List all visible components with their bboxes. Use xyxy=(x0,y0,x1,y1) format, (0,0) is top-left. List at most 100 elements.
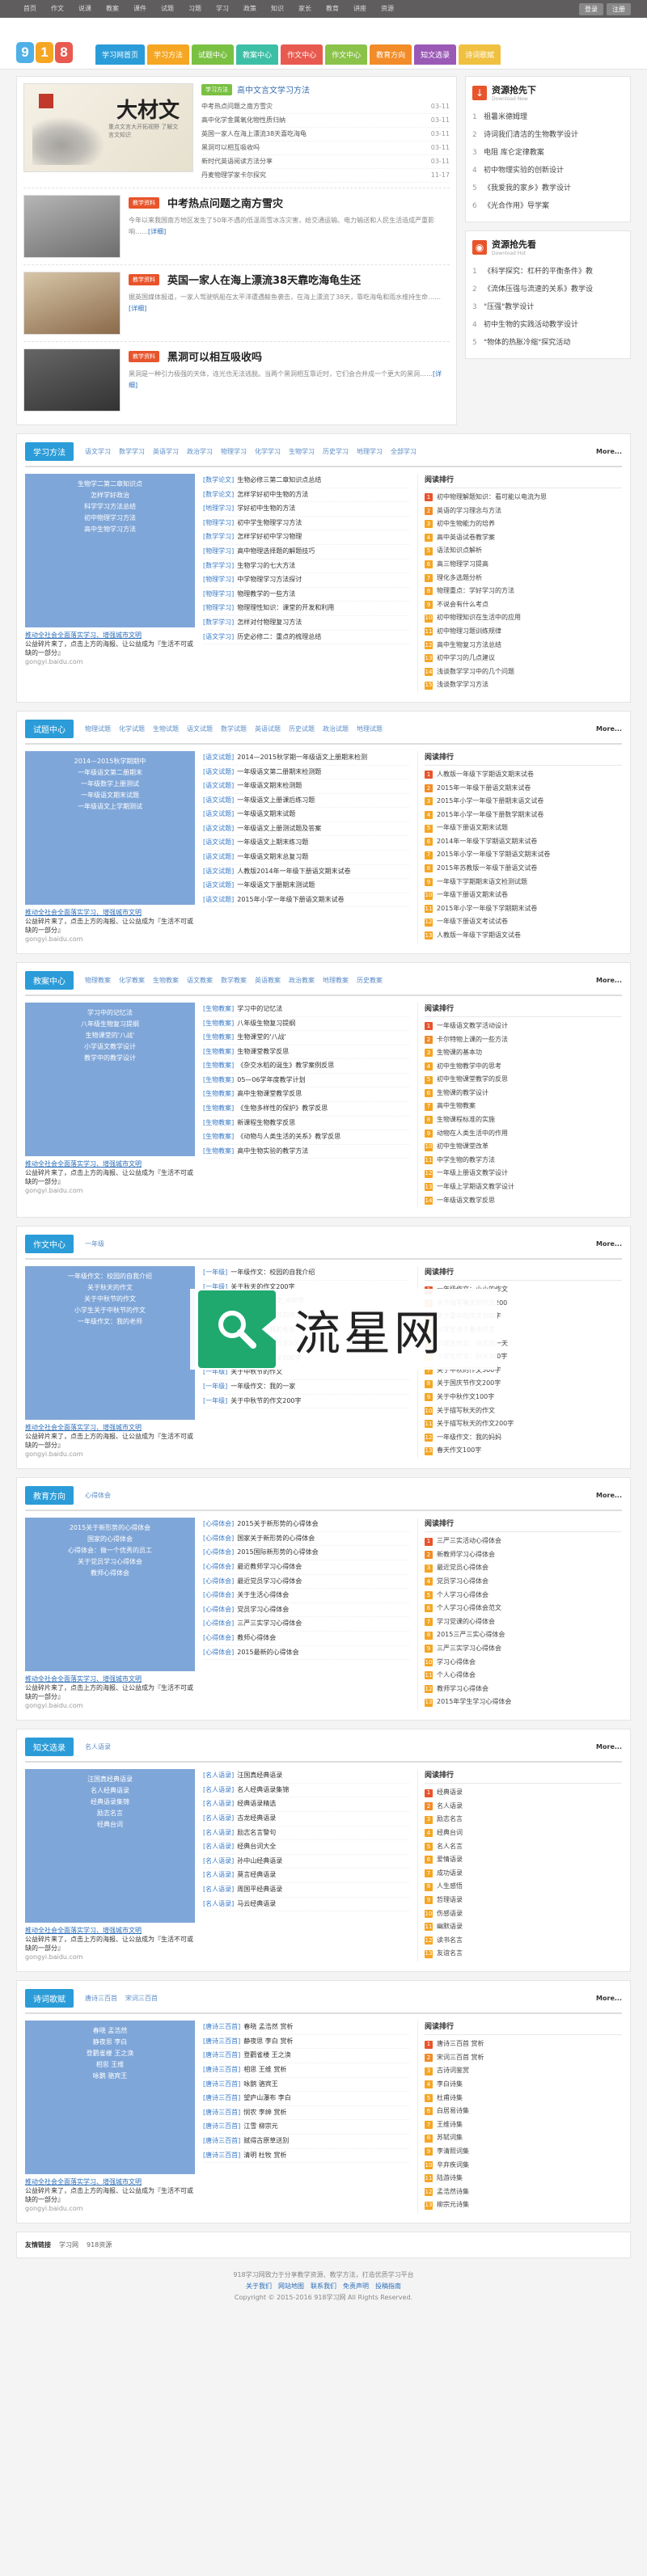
list-item[interactable]: [心得体会] 最近党员学习心得体会 xyxy=(203,1575,409,1590)
list-item-title[interactable]: 《动物与人类生活的关系》教学反思 xyxy=(237,1130,340,1144)
rank-item[interactable]: 2 卡尔特物上课的一些方法 xyxy=(425,1033,622,1047)
more-link[interactable]: More... xyxy=(596,448,622,455)
list-item-title[interactable]: 赋得古原草送别 xyxy=(243,2135,289,2148)
list-item-title[interactable]: 关于生活心得体会 xyxy=(237,1589,289,1603)
list-item-title[interactable]: 莫言经典语录 xyxy=(237,1869,276,1882)
main-nav-item[interactable]: 作文中心 xyxy=(325,44,368,65)
list-item[interactable]: [心得体会] 三严三实学习心得体会 xyxy=(203,1617,409,1632)
list-item-title[interactable]: 经典语录精选 xyxy=(237,1797,276,1811)
list-item[interactable]: [唐诗三百首] 春晓 孟浩然 赏析 xyxy=(203,2021,409,2035)
rank-item[interactable]: 12 读书名言 xyxy=(425,1934,622,1948)
list-item-title[interactable]: 春晓 孟浩然 赏析 xyxy=(243,2021,293,2034)
hero-list-item[interactable]: 中考热点问题之南方雪灾 03-11 xyxy=(201,100,450,114)
resource-item[interactable]: 6 《光合作用》导学案 xyxy=(472,197,624,215)
rank-item[interactable]: 2 英语的学习理念与方法 xyxy=(425,505,622,518)
list-item-category[interactable]: [数学学习] xyxy=(203,616,234,630)
ad-banner[interactable]: 生物学二第二章知识点 怎样学好政治 科学学习方法总结 初中物理学习方法 高中生物学习方法 xyxy=(25,474,195,627)
rank-item[interactable]: 10 初中物理知识在生活中的应用 xyxy=(425,611,622,625)
main-nav-item[interactable]: 作文中心 xyxy=(281,44,324,65)
friend-link[interactable]: 学习网 xyxy=(59,2241,78,2249)
list-item-title[interactable]: 物理教学的一些方法 xyxy=(237,588,295,602)
list-item[interactable]: [语文学习] 历史必修二：重点的梳理总结 xyxy=(203,631,409,645)
top-nav-item[interactable]: 习题 xyxy=(181,0,209,18)
rank-item[interactable]: 3 生物课的基本功 xyxy=(425,1046,622,1060)
section-tab[interactable]: 化学学习 xyxy=(255,447,281,456)
list-item-title[interactable]: 高中物理选择题的解题技巧 xyxy=(237,545,315,559)
list-item[interactable]: [心得体会] 关于生活心得体会 xyxy=(203,1589,409,1603)
rank-item[interactable]: 11 陆游诗集 xyxy=(425,2172,622,2185)
section-tab[interactable]: 数学学习 xyxy=(119,447,145,456)
list-item-category[interactable]: [物理学习] xyxy=(203,602,234,615)
rank-item[interactable]: 3 古诗词鉴赏 xyxy=(425,2064,622,2078)
list-item-category[interactable]: [生物教案] xyxy=(203,1031,234,1045)
list-item[interactable]: [生物教案] 新课程生物教学反思 xyxy=(203,1117,409,1131)
top-nav-item[interactable]: 讲座 xyxy=(346,0,374,18)
ad-title-link[interactable]: 推动全社会全面落实学习、增强城市文明 xyxy=(25,2177,195,2186)
list-item[interactable]: [物理学习] 中学物理学习方法探讨 xyxy=(203,573,409,588)
rank-item[interactable]: 12 一年级下册语文考试试卷 xyxy=(425,915,622,929)
list-item-category[interactable]: [语文试题] xyxy=(203,822,234,836)
list-item[interactable]: [心得体会] 最近教师学习心得体会 xyxy=(203,1560,409,1575)
list-item-category[interactable]: [生物教案] xyxy=(203,1087,234,1101)
section-tab[interactable]: 历史试题 xyxy=(289,724,315,733)
list-item-category[interactable]: [名人语录] xyxy=(203,1812,234,1826)
more-link[interactable]: More... xyxy=(596,1240,622,1248)
list-item-title[interactable]: 经典台词大全 xyxy=(237,1840,276,1854)
list-item[interactable]: [一年级] 关于中秋节的作文200字 xyxy=(203,1395,409,1409)
list-item-category[interactable]: [语文试题] xyxy=(203,836,234,850)
rank-item[interactable]: 2 名人语录 xyxy=(425,1800,622,1814)
list-item-title[interactable]: 静夜思 李白 赏析 xyxy=(243,2035,293,2049)
rank-item[interactable]: 8 2015年苏教版一年级下册语文试卷 xyxy=(425,862,622,876)
rank-item[interactable]: 10 伤感语录 xyxy=(425,1907,622,1921)
list-item-title[interactable]: 登鹳雀楼 王之涣 xyxy=(243,2049,291,2063)
list-item-title[interactable]: 2014—2015秋学期一年级语文上册期末检测 xyxy=(237,751,367,765)
list-item-category[interactable]: [语文试题] xyxy=(203,808,234,821)
list-item[interactable]: [名人语录] 孙中山经典语录 xyxy=(203,1855,409,1869)
rank-item[interactable]: 7 理化多选题分析 xyxy=(425,572,622,585)
section-tab[interactable]: 心得体会 xyxy=(85,1491,111,1500)
list-item-title[interactable]: 三严三实学习心得体会 xyxy=(237,1617,302,1631)
list-item-title[interactable]: 生物必修三第二章知识点总结 xyxy=(237,474,321,488)
rank-item[interactable]: 4 高中英语试卷教学案 xyxy=(425,531,622,545)
more-link[interactable]: More... xyxy=(596,1492,622,1499)
section-tab[interactable]: 生物学习 xyxy=(289,447,315,456)
rank-item[interactable]: 2 宋词三百首 赏析 xyxy=(425,2051,622,2065)
rank-item[interactable]: 7 成功语录 xyxy=(425,1867,622,1881)
rank-item[interactable]: 15 浅谈数学学习方法 xyxy=(425,678,622,692)
list-item-title[interactable]: 党员学习心得体会 xyxy=(237,1603,289,1617)
list-item[interactable]: [生物教案] 生物课堂教学反思 xyxy=(203,1045,409,1060)
list-item[interactable]: [数学论文] 怎样学好初中生物的方法 xyxy=(203,488,409,503)
more-link[interactable]: More... xyxy=(596,1995,622,2002)
list-item[interactable]: [语文试题] 一年级语文期末试题 xyxy=(203,808,409,822)
footer-link[interactable]: 网站地图 xyxy=(278,2281,304,2292)
list-item-title[interactable]: 学好初中生物的方法 xyxy=(237,502,295,516)
ad-banner[interactable]: 2014—2015秋学期期中 一年级语文第二册期末 一年级数学上册测试 一年级语文期末… xyxy=(25,750,195,905)
news-title[interactable]: 英国一家人在海上漂流38天靠吃海龟生还 xyxy=(167,272,361,287)
section-title[interactable]: 知文选录 xyxy=(25,1738,74,1757)
list-item[interactable]: [数学学习] 怎样学好初中学习物理 xyxy=(203,530,409,545)
news-tag[interactable]: 教学资料 xyxy=(129,196,159,209)
list-item-category[interactable]: [生物教案] xyxy=(203,1102,234,1116)
list-item-category[interactable]: [一年级] xyxy=(203,1380,227,1394)
section-tab[interactable]: 政治教案 xyxy=(289,976,315,985)
list-item-title[interactable]: 励志名言警句 xyxy=(237,1826,276,1840)
rank-item[interactable]: 8 2015三严三实心得体会 xyxy=(425,1628,622,1642)
list-item-category[interactable]: [唐诗三百首] xyxy=(203,2035,240,2049)
ad-title-link[interactable]: 推动全社会全面落实学习、增强城市文明 xyxy=(25,1423,195,1432)
list-item[interactable]: [唐诗三百首] 悯农 李绅 赏析 xyxy=(203,2106,409,2121)
friend-link[interactable]: 918资源 xyxy=(87,2241,112,2249)
resource-item[interactable]: 3 电阻 库仑定律教案 xyxy=(472,144,624,162)
list-item[interactable]: [语文试题] 2014—2015秋学期一年级语文上册期末检测 xyxy=(203,751,409,766)
more-link[interactable]: More... xyxy=(596,725,622,733)
list-item[interactable]: [语文试题] 一年级语文期末总复习题 xyxy=(203,851,409,865)
list-item[interactable]: [名人语录] 励志名言警句 xyxy=(203,1826,409,1841)
section-tab[interactable]: 名人语录 xyxy=(85,1742,111,1751)
list-item-title[interactable]: 怎样对付物理复习方法 xyxy=(237,616,302,630)
list-item-category[interactable]: [名人语录] xyxy=(203,1898,234,1911)
section-tab[interactable]: 历史学习 xyxy=(323,447,349,456)
rank-item[interactable]: 10 一年级下册语文期末试卷 xyxy=(425,889,622,902)
rank-item[interactable]: 9 三严三实学习心得体会 xyxy=(425,1642,622,1656)
rank-item[interactable]: 6 个人学习心得体会范文 xyxy=(425,1602,622,1615)
list-item-title[interactable]: 怎样学好初中生物的方法 xyxy=(237,488,308,502)
list-item-category[interactable]: [数学学习] xyxy=(203,560,234,573)
